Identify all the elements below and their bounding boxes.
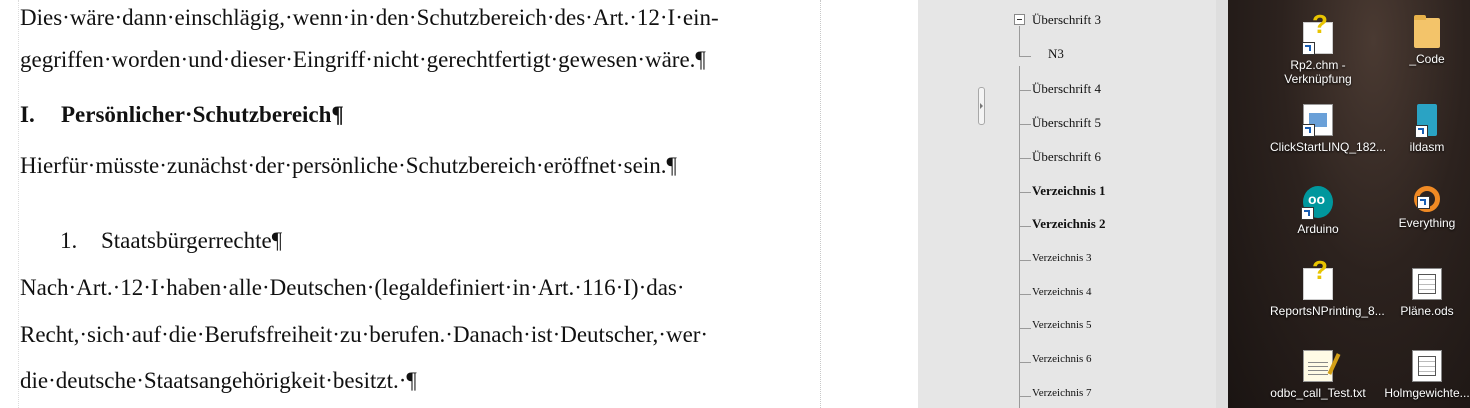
tree-connector <box>1019 396 1031 397</box>
desktop-icon-label: _Code <box>1409 52 1445 66</box>
paragraph-line[interactable]: Nach·Art.·12·I·haben·alle·Deutschen·(leg… <box>20 274 685 302</box>
panel-splitter-handle[interactable] <box>978 87 985 125</box>
style-item-ueberschrift-3[interactable]: Überschrift 3 <box>1032 12 1101 28</box>
tree-connector <box>1019 328 1031 329</box>
desktop-icon-label: ClickStartLINQ_182... <box>1270 140 1387 154</box>
desktop: Rp2.chm - Verknüpfung _Code ClickStartLI… <box>1228 0 1470 408</box>
collapse-icon[interactable] <box>1014 14 1025 25</box>
style-item-verzeichnis-1[interactable]: Verzeichnis 1 <box>1032 183 1106 199</box>
document-margin <box>822 0 918 408</box>
tree-connector <box>1019 226 1031 227</box>
style-item-ueberschrift-6[interactable]: Überschrift 6 <box>1032 149 1101 165</box>
desktop-icon-plaene-ods[interactable]: Pläne.ods <box>1379 268 1470 318</box>
tree-connector <box>1019 66 1020 408</box>
heading-text: Persönlicher·Schutzbereich¶ <box>61 102 344 127</box>
paragraph-line[interactable]: die·deutsche·Staatsangehörigkeit·besitzt… <box>20 367 417 395</box>
shortcut-arrow-icon <box>1302 124 1315 137</box>
list-text: Staatsbürgerrechte¶ <box>101 228 283 253</box>
help-file-icon <box>1302 17 1333 55</box>
tree-connector <box>1019 158 1031 159</box>
desktop-icon-label: Pläne.ods <box>1400 304 1454 318</box>
style-item-verzeichnis-6[interactable]: Verzeichnis 6 <box>1032 353 1092 365</box>
desktop-icon-odbc-call-test[interactable]: odbc_call_Test.txt <box>1270 350 1366 400</box>
style-item-verzeichnis-2[interactable]: Verzeichnis 2 <box>1032 216 1106 232</box>
folder-icon <box>1414 15 1440 48</box>
style-item-verzeichnis-4[interactable]: Verzeichnis 4 <box>1032 286 1092 298</box>
desktop-icon-code-folder[interactable]: _Code <box>1379 15 1470 66</box>
paragraph-line[interactable]: gegriffen·worden·und·dieser·Eingriff·nic… <box>20 46 706 74</box>
arduino-icon <box>1301 186 1333 220</box>
desktop-icon-label: odbc_call_Test.txt <box>1270 386 1366 400</box>
desktop-icon-rp2-chm[interactable]: Rp2.chm - Verknüpfung <box>1270 17 1366 86</box>
desktop-icon-clickstartlinq[interactable]: ClickStartLINQ_182... <box>1270 104 1387 154</box>
desktop-icon-label: ReportsNPrinting_8... <box>1270 304 1385 318</box>
style-item-verzeichnis-5[interactable]: Verzeichnis 5 <box>1032 319 1092 331</box>
spreadsheet-icon <box>1412 350 1442 382</box>
desktop-icon-holmgewichte[interactable]: Holmgewichte... <box>1379 350 1470 400</box>
desktop-icon-label: Rp2.chm - Verknüpfung <box>1284 58 1352 86</box>
document-page[interactable]: Dies·wäre·dann·einschlägig,·wenn·in·den·… <box>0 0 822 408</box>
tree-connector <box>1019 362 1031 363</box>
text-boundary-right <box>820 0 821 408</box>
list-item[interactable]: 1. Staatsbürgerrechte¶ <box>60 227 282 255</box>
tree-connector <box>1019 90 1031 91</box>
shortcut-arrow-icon <box>1417 196 1430 209</box>
paragraph-line[interactable]: Recht,·sich·auf·die·Berufsfreiheit·zu·be… <box>20 321 708 349</box>
spreadsheet-icon <box>1412 268 1442 300</box>
tree-connector <box>1019 56 1031 57</box>
desktop-icon-arduino[interactable]: Arduino <box>1270 186 1366 236</box>
tree-connector <box>1019 294 1031 295</box>
heading-1[interactable]: I. Persönlicher·Schutzbereich¶ <box>20 101 344 129</box>
help-file-icon <box>1303 263 1333 300</box>
tree-connector <box>1019 192 1031 193</box>
ildasm-icon <box>1415 104 1437 138</box>
text-file-icon <box>1303 350 1333 382</box>
style-item-verzeichnis-7[interactable]: Verzeichnis 7 <box>1032 387 1092 399</box>
desktop-icon-reportsnprinting[interactable]: ReportsNPrinting_8... <box>1270 263 1385 318</box>
desktop-icon-ildasm[interactable]: ildasm <box>1379 104 1470 154</box>
shortcut-arrow-icon <box>1302 42 1315 55</box>
tree-connector <box>1019 260 1031 261</box>
document-icon <box>1302 104 1333 137</box>
everything-icon <box>1414 186 1440 212</box>
desktop-icon-everything[interactable]: Everything <box>1379 186 1470 230</box>
heading-number: I. <box>20 102 35 127</box>
desktop-icon-label: Holmgewichte... <box>1384 386 1470 400</box>
style-item-ueberschrift-4[interactable]: Überschrift 4 <box>1032 81 1101 97</box>
style-item-ueberschrift-5[interactable]: Überschrift 5 <box>1032 115 1101 131</box>
style-item-verzeichnis-3[interactable]: Verzeichnis 3 <box>1032 252 1092 264</box>
styles-panel: Überschrift 3 N3 Überschrift 4 Überschri… <box>918 0 1228 408</box>
desktop-icon-label: ildasm <box>1409 140 1445 154</box>
desktop-icon-label: Everything <box>1398 216 1456 230</box>
shortcut-arrow-icon <box>1301 207 1314 220</box>
list-number: 1. <box>60 228 78 253</box>
shortcut-arrow-icon <box>1415 125 1428 138</box>
desktop-icon-label: Arduino <box>1297 222 1339 236</box>
tree-connector <box>1019 124 1031 125</box>
tree-connector <box>1019 26 1020 56</box>
paragraph-line[interactable]: Hierfür·müsste·zunächst·der·persönliche·… <box>20 152 677 180</box>
panel-scroll-track[interactable] <box>1216 0 1228 408</box>
text-boundary-left <box>18 0 19 408</box>
style-item-n3[interactable]: N3 <box>1048 46 1064 62</box>
paragraph-line[interactable]: Dies·wäre·dann·einschlägig,·wenn·in·den·… <box>20 4 719 32</box>
